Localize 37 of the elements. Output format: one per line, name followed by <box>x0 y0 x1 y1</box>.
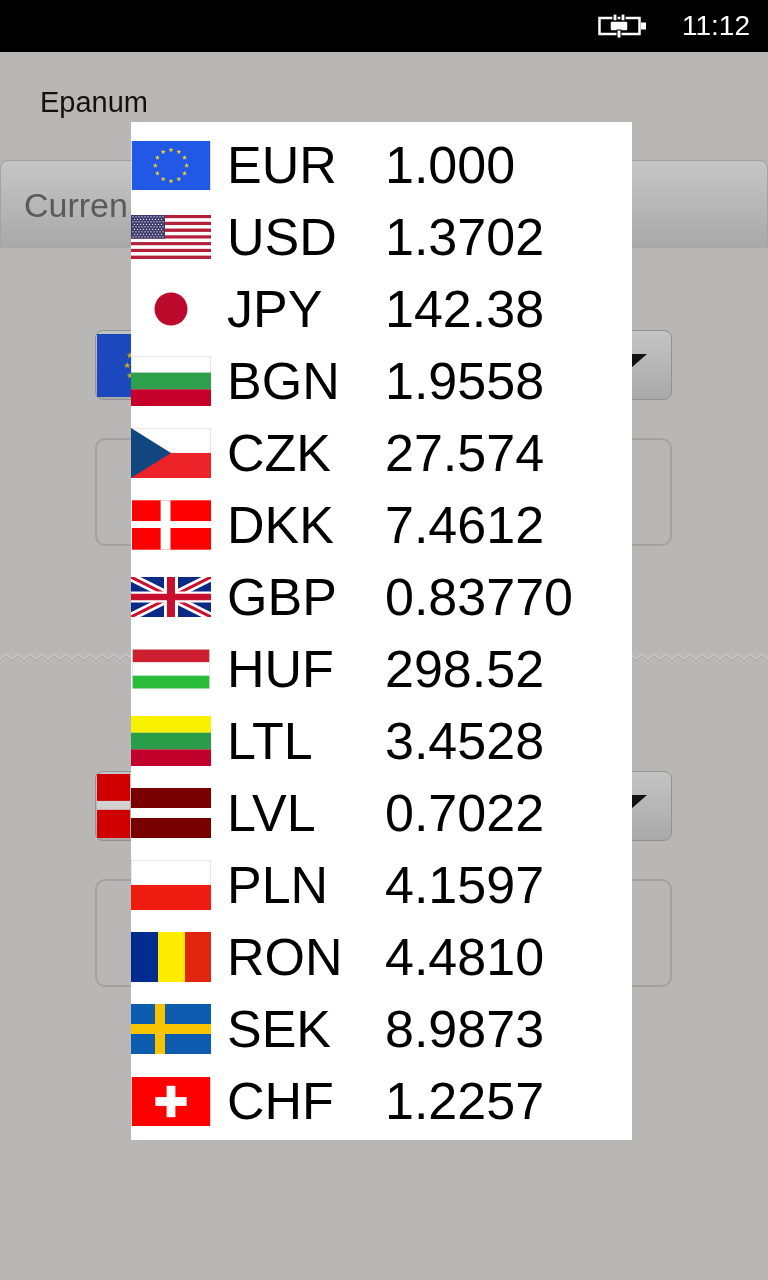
exchange-rate: 142.38 <box>385 279 545 339</box>
section-title: Curren <box>24 184 128 225</box>
exchange-rate: 8.9873 <box>385 999 545 1059</box>
exchange-rate: 3.4528 <box>385 711 545 771</box>
currency-code[interactable]: PLN <box>227 855 329 915</box>
exchange-rate: 27.574 <box>385 423 545 483</box>
currency-code[interactable]: CZK <box>227 423 331 483</box>
currency-code[interactable]: BGN <box>227 351 340 411</box>
exchange-rate: 1.3702 <box>385 207 545 267</box>
currency-code[interactable]: DKK <box>227 495 334 555</box>
exchange-rate: 298.52 <box>385 639 545 699</box>
flag-icon <box>131 716 211 766</box>
exchange-rate: 0.7022 <box>385 783 545 843</box>
exchange-rate: 1.9558 <box>385 351 545 411</box>
currency-code[interactable]: GBP <box>227 567 337 627</box>
currency-code[interactable]: CHF <box>227 1071 334 1131</box>
flag-icon <box>154 292 188 326</box>
exchange-rate: 7.4612 <box>385 495 545 555</box>
currency-code[interactable]: LVL <box>227 783 316 843</box>
exchange-rate: 4.1597 <box>385 855 545 915</box>
exchange-rate: 0.83770 <box>385 567 573 627</box>
clock-time: 11:12 <box>682 9 750 43</box>
flag-icon <box>131 140 211 190</box>
currency-code[interactable]: RON <box>227 927 343 987</box>
exchange-rate: 1.2257 <box>385 1071 545 1131</box>
currency-code[interactable]: EUR <box>227 135 337 195</box>
exchange-rate: 1.000 <box>385 135 516 195</box>
currency-code[interactable]: JPY <box>227 279 323 339</box>
currency-code[interactable]: LTL <box>227 711 313 771</box>
flag-icon <box>131 932 211 982</box>
flag-icon <box>131 1004 211 1054</box>
currency-code[interactable]: USD <box>227 207 337 267</box>
exchange-rate: 4.4810 <box>385 927 545 987</box>
currency-code[interactable]: SEK <box>227 999 332 1059</box>
currency-code[interactable]: HUF <box>227 639 334 699</box>
battery-charging-icon <box>598 14 648 38</box>
app-title: Epanum <box>40 85 148 120</box>
